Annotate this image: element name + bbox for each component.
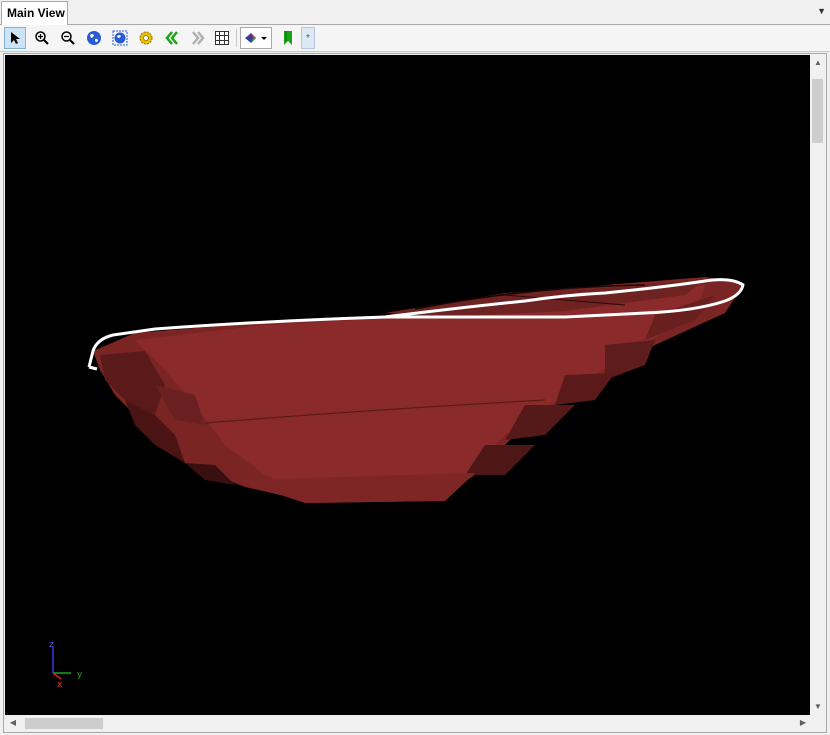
select-arrow-icon[interactable] <box>4 27 26 49</box>
axis-label-z: z <box>49 640 54 650</box>
bookmark-icon[interactable] <box>277 27 299 49</box>
vertical-scrollbar[interactable]: ▲ ▼ <box>810 55 826 715</box>
axis-triad: z y x <box>49 640 83 690</box>
3d-viewport[interactable]: z y x <box>5 55 811 715</box>
toolbar-separator <box>236 29 237 47</box>
toolbar-overflow-button[interactable]: * <box>301 27 315 49</box>
toolbar: * <box>0 25 830 52</box>
render-mode-icon[interactable] <box>240 27 272 49</box>
tab-menu-icon[interactable]: ▼ <box>817 6 826 16</box>
pit-model-render: z y x <box>49 277 745 690</box>
horizontal-scrollbar[interactable]: ◀ ▶ <box>5 715 811 731</box>
axis-label-y: y <box>77 670 83 680</box>
scrollbar-corner <box>810 715 826 731</box>
scroll-down-icon[interactable]: ▼ <box>810 699 826 715</box>
zoom-in-icon[interactable] <box>31 27 53 49</box>
grid-icon[interactable] <box>211 27 233 49</box>
next-view-icon[interactable] <box>187 27 209 49</box>
gear-icon[interactable] <box>135 27 157 49</box>
scroll-right-icon[interactable]: ▶ <box>795 715 811 731</box>
scroll-up-icon[interactable]: ▲ <box>810 55 826 71</box>
zoom-out-icon[interactable] <box>57 27 79 49</box>
main-view-frame: z y x ▲ ▼ ◀ ▶ <box>3 53 827 733</box>
globe-view-icon[interactable] <box>83 27 105 49</box>
globe-grid-icon[interactable] <box>109 27 131 49</box>
vertical-scroll-thumb[interactable] <box>812 79 823 143</box>
scroll-left-icon[interactable]: ◀ <box>5 715 21 731</box>
axis-label-x: x <box>57 680 63 690</box>
horizontal-scroll-thumb[interactable] <box>25 718 103 729</box>
previous-view-icon[interactable] <box>161 27 183 49</box>
tab-main-view[interactable]: Main View <box>1 1 68 25</box>
tab-bar: Main View ▼ <box>0 0 830 25</box>
